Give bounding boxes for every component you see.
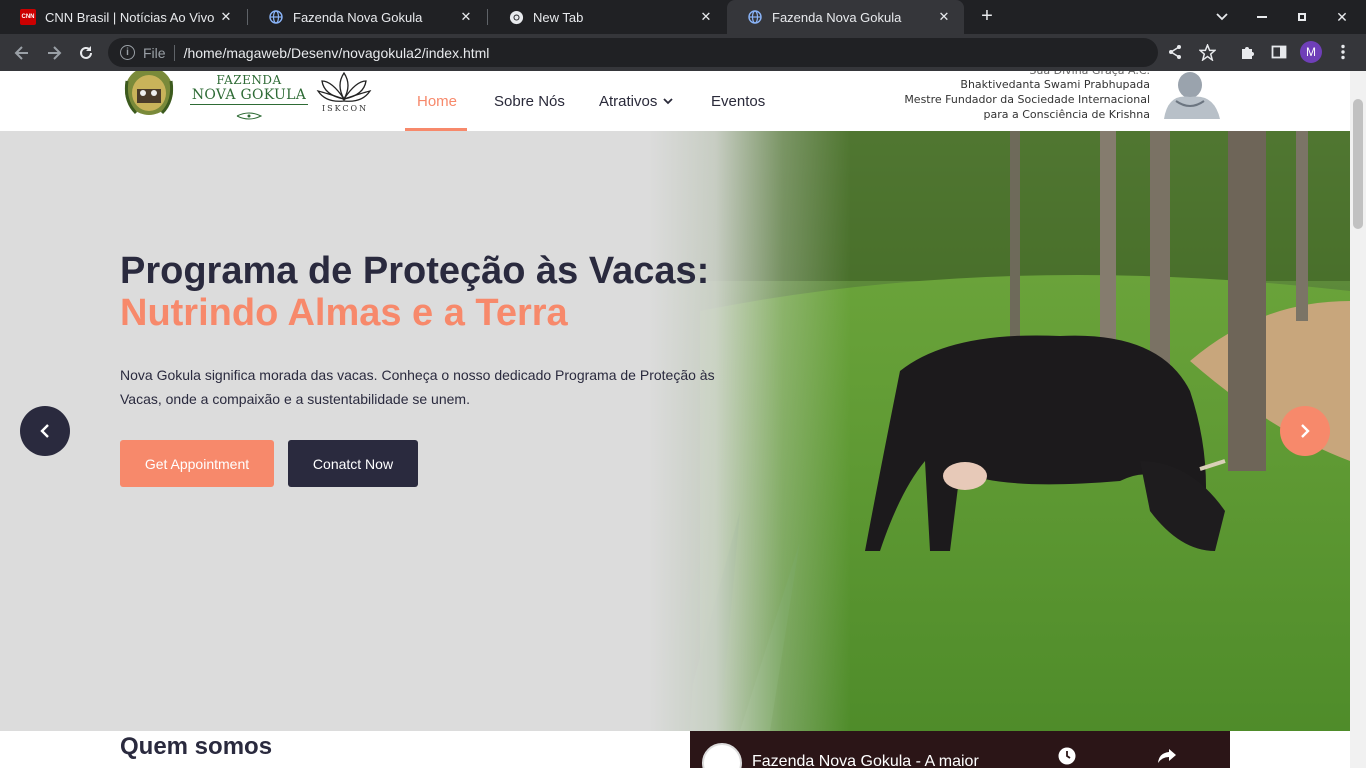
window-close-icon[interactable]: ✕ xyxy=(1322,0,1362,34)
extensions-puzzle-icon[interactable] xyxy=(1237,42,1257,62)
iskcon-label: ISKCON xyxy=(322,104,369,113)
close-icon[interactable]: ✕ xyxy=(936,9,952,25)
close-icon[interactable]: ✕ xyxy=(698,9,714,25)
bookmark-star-icon[interactable] xyxy=(1197,42,1217,62)
tab-title: New Tab xyxy=(533,9,584,25)
page-scrollbar[interactable] xyxy=(1350,71,1366,768)
scheme-label: File xyxy=(143,44,166,61)
site-header: FAZENDA NOVA GOKULA ISKCON Home Sobre Nó… xyxy=(0,71,1350,131)
nav-about[interactable]: Sobre Nós xyxy=(494,71,565,131)
tab-search-chevron-icon[interactable] xyxy=(1202,0,1242,34)
web-page: FAZENDA NOVA GOKULA ISKCON Home Sobre Nó… xyxy=(0,71,1350,768)
minimize-icon[interactable] xyxy=(1242,0,1282,34)
back-icon[interactable] xyxy=(9,40,35,66)
tab-new-tab[interactable]: New Tab ✕ xyxy=(488,0,726,34)
address-bar[interactable]: i File /home/magaweb/Desenv/novagokula2/… xyxy=(108,38,1158,67)
hero-description: Nova Gokula significa morada das vacas. … xyxy=(120,367,715,407)
hero-title: Programa de Proteção às Vacas: Nutrindo … xyxy=(120,250,709,334)
cnn-favicon: CNN xyxy=(20,9,36,25)
lotus-ornament-icon xyxy=(236,112,263,120)
founder-line-3: Mestre Fundador da Sociedade Internacion… xyxy=(904,93,1150,106)
video-title[interactable]: Fazenda Nova Gokula - A maior xyxy=(752,753,979,768)
get-appointment-button[interactable]: Get Appointment xyxy=(120,440,274,487)
maximize-icon[interactable] xyxy=(1282,0,1322,34)
reload-icon[interactable] xyxy=(73,40,99,66)
logo-line-1: FAZENDA xyxy=(216,73,282,87)
slider-prev-button[interactable] xyxy=(20,406,70,456)
omnibox-divider xyxy=(173,44,175,61)
hero-gradient-overlay xyxy=(0,131,1350,731)
founder-line-4: para a Consciência de Krishna xyxy=(983,108,1150,121)
menu-kebab-icon[interactable] xyxy=(1333,42,1353,62)
chevron-right-icon xyxy=(1301,424,1310,438)
hero-title-accent: Nutrindo Almas e a Terra xyxy=(120,292,568,334)
browser-tab-strip: CNN CNN Brasil | Notícias Ao Vivo ✕ Faze… xyxy=(0,0,1366,34)
close-icon[interactable]: ✕ xyxy=(458,9,474,25)
lotus-icon xyxy=(316,71,372,102)
tab-cnn[interactable]: CNN CNN Brasil | Notícias Ao Vivo ✕ xyxy=(0,0,246,34)
nav-home[interactable]: Home xyxy=(417,71,457,131)
hero-title-main: Programa de Proteção às Vacas: xyxy=(120,250,710,292)
browser-toolbar: i File /home/magaweb/Desenv/novagokula2/… xyxy=(0,34,1366,71)
founder-portrait xyxy=(1156,71,1226,119)
cnn-badge: CNN xyxy=(20,9,36,25)
about-section-title: Quem somos xyxy=(120,733,273,760)
logo-line-2: NOVA GOKULA xyxy=(190,87,308,105)
hero-slider: Programa de Proteção às Vacas: Nutrindo … xyxy=(0,131,1350,731)
tab-title: Fazenda Nova Gokula xyxy=(772,9,902,25)
forward-icon[interactable] xyxy=(41,40,67,66)
channel-avatar[interactable] xyxy=(702,743,742,768)
close-icon[interactable]: ✕ xyxy=(218,9,234,25)
tab-gokula-active[interactable]: Fazenda Nova Gokula ✕ xyxy=(727,0,964,34)
share-arrow-icon[interactable] xyxy=(1156,745,1178,767)
scrollbar-thumb[interactable] xyxy=(1353,99,1363,229)
tab-title: Fazenda Nova Gokula xyxy=(293,9,423,25)
url-text[interactable]: /home/magaweb/Desenv/novagokula2/index.h… xyxy=(184,45,490,61)
slider-next-button[interactable] xyxy=(1280,406,1330,456)
nav-attractions[interactable]: Atrativos xyxy=(599,71,673,131)
share-icon[interactable] xyxy=(1165,42,1185,62)
tab-title: CNN Brasil | Notícias Ao Vivo xyxy=(45,9,215,25)
farm-logo-text[interactable]: FAZENDA NOVA GOKULA xyxy=(190,73,308,124)
founder-caption: Sua Divina Graça A.C. Bhaktivedanta Swam… xyxy=(880,71,1150,122)
new-tab-button[interactable]: + xyxy=(976,6,998,28)
contact-now-button[interactable]: Conatct Now xyxy=(288,440,418,487)
side-panel-icon[interactable] xyxy=(1269,42,1289,62)
nav-attractions-label: Atrativos xyxy=(599,92,658,110)
iskcon-logo[interactable]: ISKCON xyxy=(314,71,374,117)
profile-avatar[interactable]: M xyxy=(1300,41,1322,63)
chevron-left-icon xyxy=(40,424,49,438)
founder-line-2: Bhaktivedanta Swami Prabhupada xyxy=(960,78,1150,91)
youtube-embed[interactable]: Fazenda Nova Gokula - A maior xyxy=(690,731,1230,768)
tab-gokula-1[interactable]: Fazenda Nova Gokula ✕ xyxy=(248,0,486,34)
chrome-icon xyxy=(508,9,524,25)
farm-logo-wreath[interactable] xyxy=(122,71,176,118)
watch-later-clock-icon[interactable] xyxy=(1056,745,1078,767)
globe-icon xyxy=(268,9,284,25)
globe-icon xyxy=(747,9,763,25)
chevron-down-icon xyxy=(663,97,673,104)
info-icon[interactable]: i xyxy=(120,45,135,60)
nav-events[interactable]: Eventos xyxy=(711,71,765,131)
